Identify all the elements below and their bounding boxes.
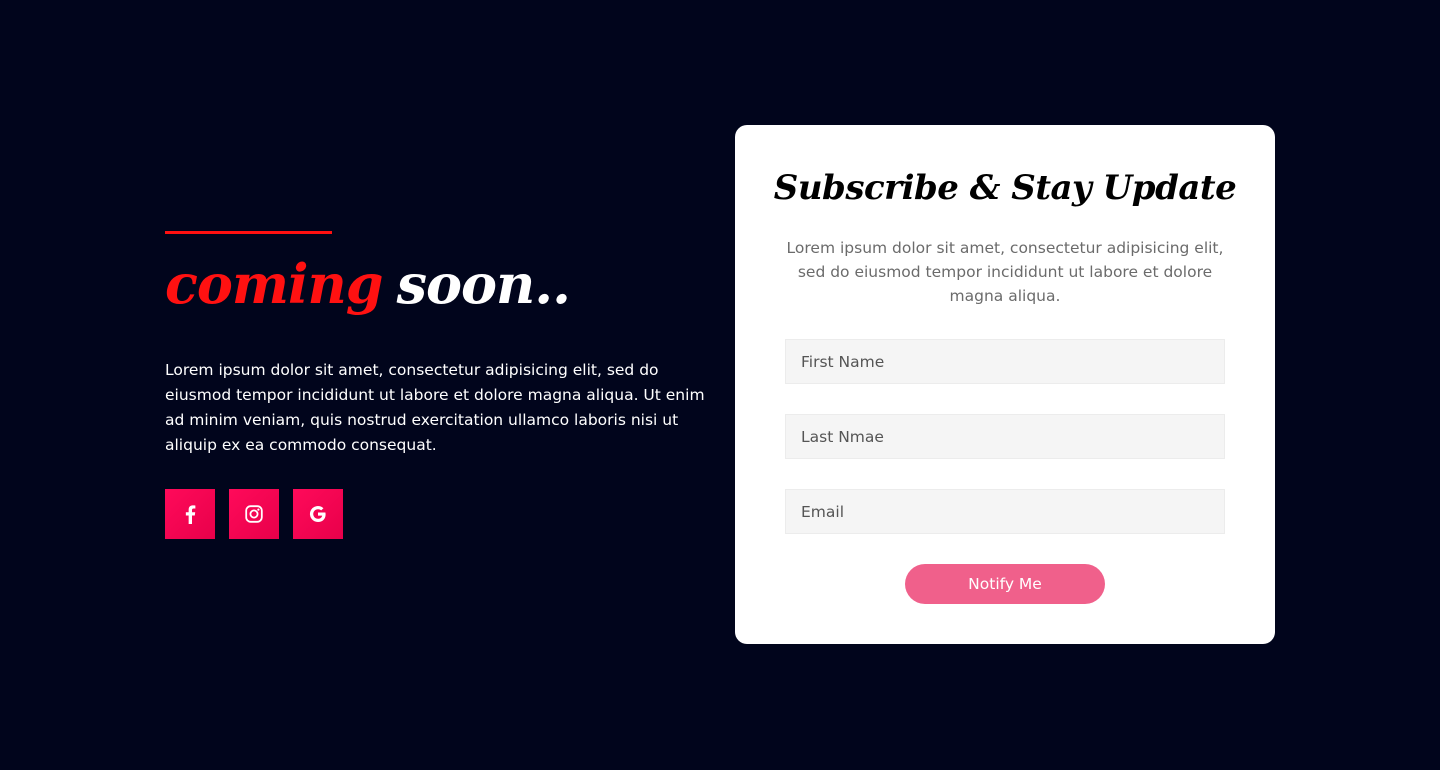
card-title: Subscribe & Stay Update <box>773 168 1237 208</box>
first-name-input[interactable] <box>785 339 1225 384</box>
subscribe-card: Subscribe & Stay Update Lorem ipsum dolo… <box>735 125 1275 644</box>
last-name-input[interactable] <box>785 414 1225 459</box>
card-description: Lorem ipsum dolor sit amet, consectetur … <box>786 239 1224 305</box>
coming-soon-page: coming soon.. Lorem ipsum dolor sit amet,… <box>0 0 1440 770</box>
email-input[interactable] <box>785 489 1225 534</box>
notify-me-button[interactable]: Notify Me <box>905 564 1105 604</box>
